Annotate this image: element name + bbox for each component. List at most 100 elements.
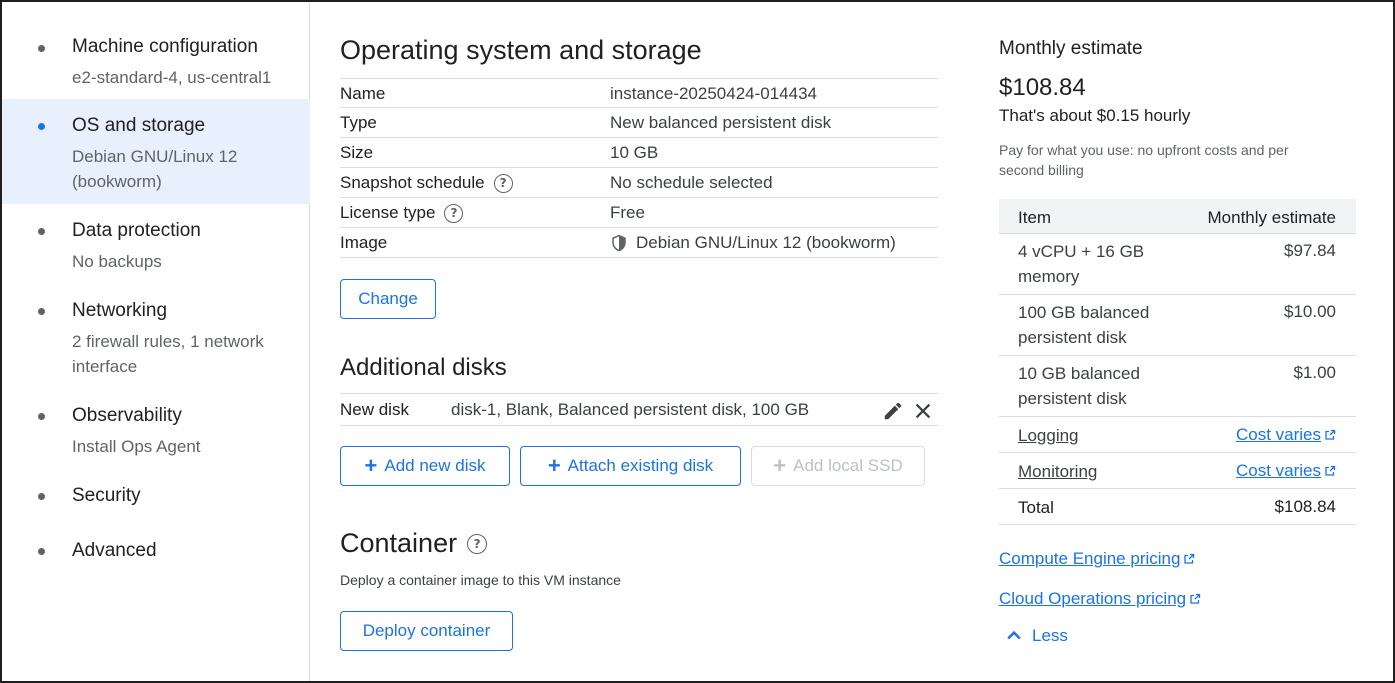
- sidebar-item-advanced[interactable]: Advanced: [2, 531, 310, 571]
- less-toggle[interactable]: Less: [1004, 626, 1068, 646]
- detail-value: 10 GB: [610, 143, 659, 162]
- detail-key: Type: [340, 113, 377, 132]
- sidebar-item-subtitle: 2 firewall rules, 1 network interface: [72, 332, 264, 376]
- detail-row-type: Type New balanced persistent disk: [340, 108, 938, 138]
- cloud-operations-pricing[interactable]: Cloud Operations pricing: [999, 589, 1201, 609]
- sidebar-item-observability[interactable]: Observability Install Ops Agent: [2, 393, 310, 465]
- detail-key: Name: [340, 84, 386, 103]
- page-title: Operating system and storage: [340, 35, 702, 65]
- sidebar-item-title: Observability: [72, 405, 182, 426]
- disk-value: disk-1, Blank, Balanced persistent disk,…: [451, 400, 810, 419]
- table-row-monitoring: Monitoring Cost varies: [999, 453, 1356, 489]
- sidebar-item-title: OS and storage: [72, 115, 206, 136]
- detail-row-name: Name instance-20250424-014434: [340, 78, 938, 108]
- step-bullet: [38, 45, 45, 52]
- sidebar-item-subtitle: Install Ops Agent: [72, 437, 201, 456]
- logging-cost[interactable]: Cost varies: [1236, 425, 1336, 445]
- sidebar-item-subtitle: e2-standard-4, us-central1: [72, 68, 272, 87]
- detail-key: Snapshot schedule?: [340, 173, 513, 193]
- detail-key-label: License type: [340, 203, 436, 222]
- step-bullet: [38, 493, 45, 500]
- sidebar-item-title: Machine configuration: [72, 36, 258, 57]
- help-icon[interactable]: ?: [444, 203, 464, 223]
- cost-item: 10 GB balanced persistent disk: [1018, 364, 1140, 408]
- step-bullet: [38, 308, 45, 315]
- attach-existing-disk-label: Attach existing disk: [567, 456, 714, 475]
- disk-row: New disk disk-1, Blank, Balanced persist…: [340, 393, 938, 426]
- edit-icon[interactable]: [882, 400, 904, 422]
- help-icon[interactable]: ?: [493, 173, 513, 193]
- sidebar-item-subtitle: Debian GNU/Linux 12 (bookworm): [72, 147, 238, 191]
- add-local-ssd-button[interactable]: + Add local SSD: [751, 446, 925, 486]
- container-heading: Container: [340, 528, 458, 558]
- detail-key: License type?: [340, 203, 464, 223]
- sidebar-item-title: Networking: [72, 300, 168, 321]
- detail-key: Image: [340, 233, 388, 252]
- detail-row-snapshot-schedule: Snapshot schedule? No schedule selected: [340, 168, 938, 198]
- plus-icon: +: [773, 453, 787, 478]
- step-bullet: [38, 548, 45, 555]
- disk-key: New disk: [340, 400, 409, 419]
- external-link-icon: [1190, 593, 1201, 604]
- add-new-disk-label: Add new disk: [384, 456, 486, 475]
- table-row-logging: Logging Cost varies: [999, 417, 1356, 453]
- add-local-ssd-label: Add local SSD: [793, 456, 903, 475]
- cost-varies-link[interactable]: Cost varies: [1236, 425, 1321, 444]
- estimate-table-header: Item Monthly estimate: [999, 199, 1356, 234]
- sidebar-item-machine-configuration[interactable]: Machine configuration e2-standard-4, us-…: [2, 29, 310, 99]
- detail-key: Size: [340, 143, 374, 162]
- sidebar-item-title: Security: [72, 485, 141, 506]
- close-icon[interactable]: [912, 400, 934, 422]
- cost-price: $1.00: [1293, 363, 1336, 382]
- chevron-up-icon: [1007, 630, 1021, 640]
- compute-engine-pricing-link[interactable]: Compute Engine pricing: [999, 549, 1180, 568]
- compute-engine-pricing[interactable]: Compute Engine pricing: [999, 549, 1195, 569]
- sidebar-item-title: Advanced: [72, 540, 157, 561]
- container-heading-wrap: Container ?: [340, 528, 488, 559]
- cost-varies-link[interactable]: Cost varies: [1236, 461, 1321, 480]
- sidebar-item-os-and-storage[interactable]: OS and storage Debian GNU/Linux 12 (book…: [2, 99, 310, 204]
- change-button[interactable]: Change: [340, 279, 436, 319]
- table-row: 100 GB balanced persistent disk $10.00: [999, 295, 1356, 356]
- cloud-operations-pricing-link[interactable]: Cloud Operations pricing: [999, 589, 1186, 608]
- estimate-hourly: That's about $0.15 hourly: [999, 106, 1191, 125]
- step-bullet: [38, 123, 45, 130]
- estimate-note: Pay for what you use: no upfront costs a…: [999, 142, 1289, 178]
- cost-price: $97.84: [1284, 241, 1336, 260]
- detail-row-license-type: License type? Free: [340, 198, 938, 228]
- detail-value: instance-20250424-014434: [610, 84, 818, 103]
- cost-item: 100 GB balanced persistent disk: [1018, 303, 1150, 347]
- monitoring-link[interactable]: Monitoring: [1018, 459, 1097, 484]
- detail-key-label: Snapshot schedule: [340, 173, 485, 192]
- cost-price: $10.00: [1284, 302, 1336, 321]
- estimate-title: Monthly estimate: [999, 38, 1143, 59]
- logging-link[interactable]: Logging: [1018, 423, 1079, 448]
- sidebar-item-data-protection[interactable]: Data protection No backups: [2, 208, 310, 280]
- attach-existing-disk-button[interactable]: + Attach existing disk: [520, 446, 741, 486]
- sidebar-item-security[interactable]: Security: [2, 476, 310, 516]
- less-label: Less: [1032, 626, 1068, 645]
- cost-item: 4 vCPU + 16 GB memory: [1018, 242, 1145, 286]
- detail-row-image: Image Debian GNU/Linux 12 (bookworm): [340, 228, 938, 258]
- step-bullet: [38, 228, 45, 235]
- external-link-icon: [1325, 465, 1336, 476]
- sidebar-item-networking[interactable]: Networking 2 firewall rules, 1 network i…: [2, 288, 310, 384]
- estimate-table: Item Monthly estimate 4 vCPU + 16 GB mem…: [999, 199, 1356, 525]
- shield-icon: [612, 234, 626, 252]
- external-link-icon: [1184, 553, 1195, 564]
- detail-value: No schedule selected: [610, 173, 773, 192]
- total-value: $108.84: [1274, 497, 1336, 516]
- table-row-total: Total $108.84: [999, 489, 1356, 525]
- deploy-container-button[interactable]: Deploy container: [340, 611, 513, 651]
- monitoring-cost[interactable]: Cost varies: [1236, 461, 1336, 481]
- detail-row-size: Size 10 GB: [340, 138, 938, 168]
- add-new-disk-button[interactable]: + Add new disk: [340, 446, 510, 486]
- container-description: Deploy a container image to this VM inst…: [340, 572, 621, 588]
- estimate-total: $108.84: [999, 74, 1086, 101]
- image-name: Debian GNU/Linux 12 (bookworm): [636, 233, 896, 252]
- plus-icon: +: [364, 453, 378, 478]
- additional-disks-heading: Additional disks: [340, 354, 507, 381]
- help-icon[interactable]: ?: [467, 533, 488, 554]
- detail-value: New balanced persistent disk: [610, 113, 832, 132]
- total-label: Total: [1018, 498, 1054, 517]
